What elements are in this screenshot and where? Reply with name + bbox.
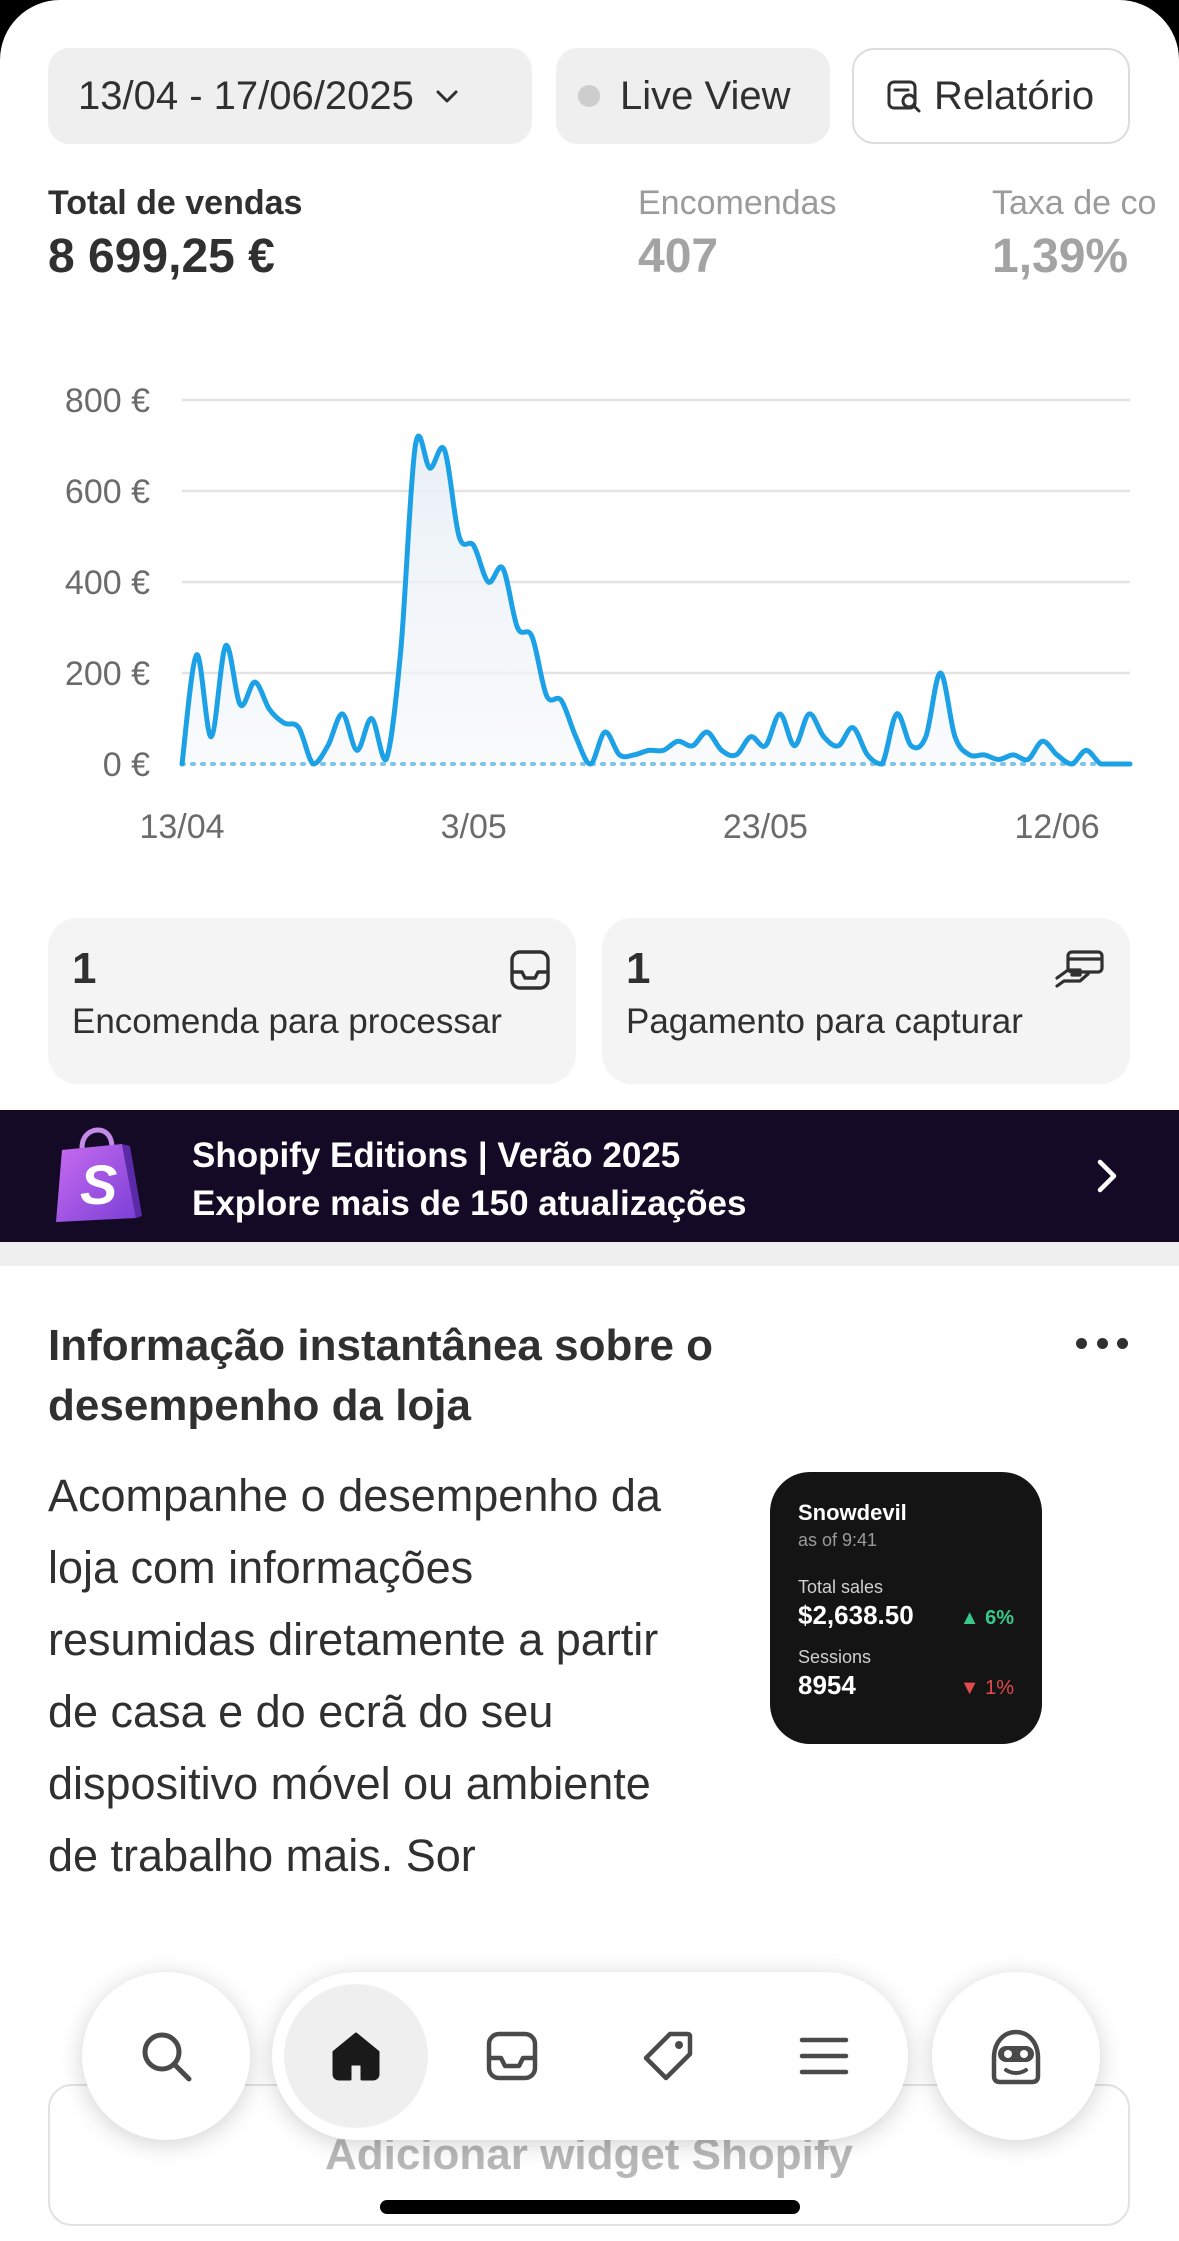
task-label: Pagamento para capturar — [626, 1002, 1023, 1041]
report-label: Relatório — [934, 73, 1095, 118]
task-count: 1 — [72, 944, 97, 993]
search-button[interactable] — [82, 1972, 250, 2140]
shopify-bag-logo-icon: S — [56, 1127, 142, 1222]
sales-line-chart[interactable]: 800 € 600 € 400 € 200 € 0 € 13/04 3/05 23/05 12… — [0, 360, 1179, 860]
metric-conversion-rate[interactable]: Taxa de co 1,39% — [992, 184, 1156, 284]
assistant-button[interactable] — [932, 1972, 1100, 2140]
more-options-button[interactable] — [1076, 1328, 1128, 1358]
up-triangle-icon: ▲ — [959, 1607, 986, 1629]
report-search-icon — [887, 80, 921, 113]
chart-x-axis: 13/04 3/05 23/05 12/06 — [139, 808, 1099, 846]
chart-x-tick-label: 13/04 — [139, 808, 224, 846]
metric-value: 407 — [638, 230, 719, 283]
metric-value: 8 699,25 € — [48, 230, 275, 283]
down-triangle-icon: ▼ — [959, 1677, 986, 1699]
widget-store-name: Snowdevil — [798, 1500, 907, 1525]
banner-subtitle: Explore mais de 150 atualizações — [192, 1184, 747, 1223]
tab-products[interactable] — [596, 1984, 740, 2128]
bottom-tab-bar — [272, 1972, 908, 2140]
tab-orders[interactable] — [440, 1984, 584, 2128]
live-view-label: Live View — [620, 73, 791, 118]
chart-series-line — [179, 433, 1133, 767]
store-widget-preview: Snowdevil as of 9:41 Total sales $2,638.… — [770, 1472, 1042, 1744]
app-screen: 13/04 - 17/06/2025 Live View Relatório T… — [0, 0, 1179, 2241]
chart-y-axis: 800 € 600 € 400 € 200 € 0 € — [65, 382, 150, 784]
menu-icon — [799, 2037, 849, 2075]
payments-to-capture-card[interactable]: 1 Pagamento para capturar — [602, 918, 1130, 1084]
home-indicator — [380, 2200, 800, 2214]
search-icon — [142, 2032, 192, 2082]
tag-icon — [643, 2031, 693, 2081]
chart-gridlines — [182, 398, 1130, 675]
metric-label: Encomendas — [638, 184, 837, 222]
chevron-down-icon — [436, 90, 458, 103]
chart-x-tick-label: 23/05 — [723, 808, 808, 846]
svg-text:S: S — [80, 1153, 117, 1216]
chart-y-tick-label: 0 € — [103, 746, 150, 784]
section-divider — [0, 1242, 1179, 1266]
insight-card-body: Acompanhe o desempenho da loja com infor… — [48, 1470, 661, 1881]
live-status-dot — [578, 85, 600, 107]
metric-value: 1,39% — [992, 230, 1129, 283]
avatar-icon — [991, 2029, 1041, 2085]
chart-y-tick-label: 800 € — [65, 382, 150, 420]
banner-title: Shopify Editions | Verão 2025 — [192, 1136, 681, 1175]
widget-sales-value: $2,638.50 — [798, 1600, 914, 1630]
shopify-editions-banner[interactable]: S Shopify Editions | Verão 2025 Explore … — [0, 1110, 1179, 1242]
chart-y-tick-label: 600 € — [65, 473, 150, 511]
chart-x-tick-label: 12/06 — [1015, 808, 1100, 846]
inbox-icon — [510, 950, 550, 990]
widget-sales-label: Total sales — [798, 1577, 884, 1597]
date-range-label: 13/04 - 17/06/2025 — [78, 73, 414, 118]
chevron-right-icon — [1097, 1159, 1117, 1193]
orders-to-process-card[interactable]: 1 Encomenda para processar — [48, 918, 576, 1084]
report-button[interactable]: Relatório — [852, 48, 1130, 144]
metric-label: Total de vendas — [48, 184, 303, 222]
metric-total-sales[interactable]: Total de vendas 8 699,25 € — [48, 184, 302, 284]
chart-area-fill — [182, 436, 1130, 764]
inbox-icon — [486, 2031, 538, 2081]
insight-card-title: Informação instantânea sobre o desempenh… — [48, 1321, 714, 1430]
tab-home[interactable] — [284, 1984, 428, 2128]
widget-sessions-label: Sessions — [798, 1647, 872, 1667]
metric-orders[interactable]: Encomendas 407 — [638, 184, 836, 284]
task-count: 1 — [626, 944, 651, 993]
chart-x-tick-label: 3/05 — [441, 808, 507, 846]
chart-y-tick-label: 400 € — [65, 564, 150, 602]
home-icon — [332, 2032, 380, 2081]
date-range-selector[interactable]: 13/04 - 17/06/2025 — [48, 48, 532, 144]
widget-sessions-value: 8954 — [798, 1670, 856, 1700]
tab-menu[interactable] — [752, 1984, 896, 2128]
payment-hand-icon — [1055, 950, 1104, 988]
widget-sessions-change: 1% — [985, 1677, 1014, 1699]
chart-y-tick-label: 200 € — [65, 655, 150, 693]
task-label: Encomenda para processar — [72, 1002, 502, 1041]
metric-label: Taxa de co — [992, 184, 1157, 222]
widget-sales-change: 6% — [985, 1607, 1014, 1629]
widget-timestamp: as of 9:41 — [798, 1530, 878, 1550]
live-view-button[interactable]: Live View — [556, 48, 830, 144]
